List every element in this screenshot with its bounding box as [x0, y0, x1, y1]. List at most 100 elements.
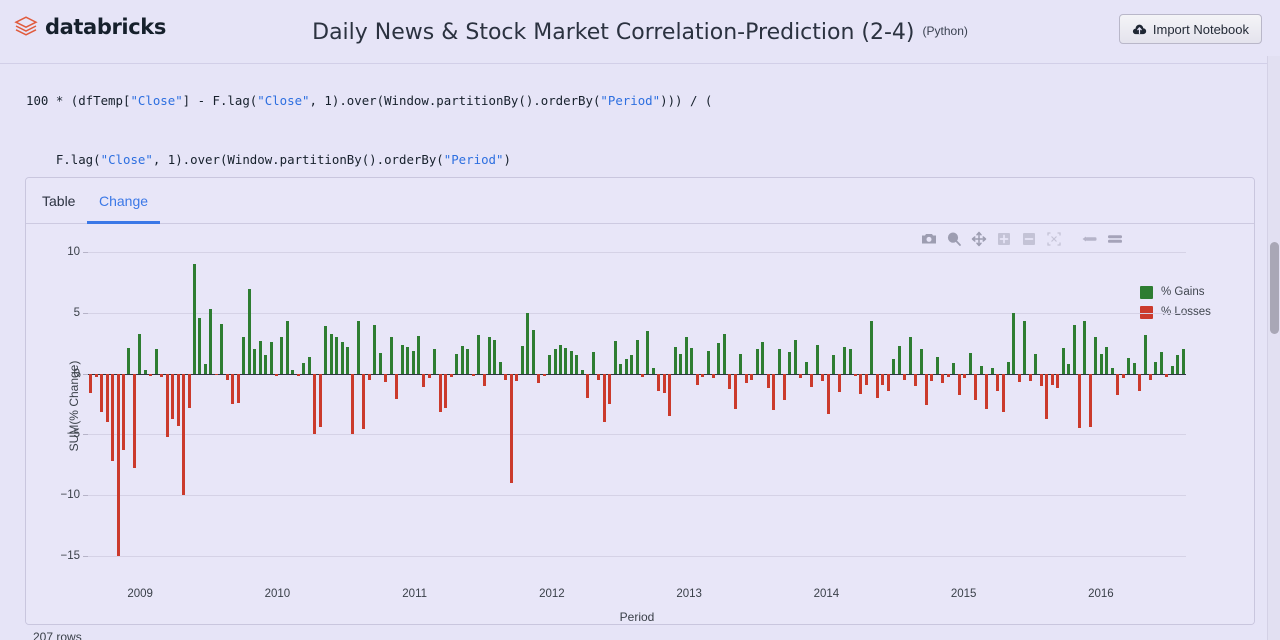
chart-bar[interactable] [892, 359, 895, 374]
chart-bar[interactable] [952, 363, 955, 374]
chart-bar[interactable] [341, 342, 344, 374]
chart-bar[interactable] [936, 357, 939, 374]
chart-bar[interactable] [1122, 374, 1125, 379]
chart-bar[interactable] [570, 351, 573, 374]
chart-bar[interactable] [903, 374, 906, 380]
chart-bar[interactable] [280, 337, 283, 373]
chart-bar[interactable] [575, 355, 578, 373]
chart-bar[interactable] [237, 374, 240, 403]
chart-bar[interactable] [395, 374, 398, 400]
chart-bar[interactable] [122, 374, 125, 451]
page-scrollbar[interactable] [1267, 56, 1280, 640]
chart-bar[interactable] [920, 349, 923, 373]
chart-bar[interactable] [761, 342, 764, 374]
chart-bar[interactable] [204, 364, 207, 374]
chart-bar[interactable] [499, 362, 502, 374]
chart-bar[interactable] [193, 264, 196, 373]
bar-chart[interactable]: % Gains % Losses SUM(% Change) Period 10… [26, 224, 1254, 624]
chart-bar[interactable] [734, 374, 737, 409]
chart-bar[interactable] [346, 347, 349, 374]
tab-table[interactable]: Table [42, 178, 75, 224]
chart-bar[interactable] [215, 374, 218, 375]
chart-bar[interactable] [1138, 374, 1141, 391]
chart-bar[interactable] [1083, 321, 1086, 373]
chart-bar[interactable] [881, 374, 884, 385]
chart-bar[interactable] [166, 374, 169, 437]
chart-bar[interactable] [106, 374, 109, 423]
chart-bar[interactable] [947, 374, 950, 378]
chart-bar[interactable] [1149, 374, 1152, 380]
chart-bar[interactable] [559, 345, 562, 374]
chart-bar[interactable] [652, 368, 655, 374]
chart-bar[interactable] [810, 374, 813, 387]
chart-bar[interactable] [532, 330, 535, 374]
chart-bar[interactable] [242, 337, 245, 373]
chart-bar[interactable] [974, 374, 977, 401]
chart-bar[interactable] [783, 374, 786, 401]
chart-bar[interactable] [909, 337, 912, 373]
chart-bar[interactable] [1002, 374, 1005, 413]
chart-bar[interactable] [636, 340, 639, 374]
chart-bar[interactable] [690, 348, 693, 374]
chart-bar[interactable] [996, 374, 999, 391]
chart-bar[interactable] [373, 325, 376, 374]
chart-bar[interactable] [756, 349, 759, 373]
chart-bar[interactable] [745, 374, 748, 384]
chart-bar[interactable] [1056, 374, 1059, 389]
chart-bar[interactable] [1067, 364, 1070, 374]
chart-bar[interactable] [941, 374, 944, 384]
chart-bar[interactable] [548, 355, 551, 373]
chart-bar[interactable] [477, 335, 480, 374]
chart-bar[interactable] [198, 318, 201, 374]
page-scrollbar-thumb[interactable] [1270, 242, 1279, 334]
chart-bar[interactable] [564, 348, 567, 374]
chart-bar[interactable] [264, 355, 267, 373]
chart-bar[interactable] [291, 370, 294, 374]
chart-bar[interactable] [614, 341, 617, 374]
chart-bar[interactable] [368, 374, 371, 380]
chart-bar[interactable] [723, 334, 726, 374]
chart-bar[interactable] [1182, 349, 1185, 373]
chart-bar[interactable] [1105, 347, 1108, 374]
chart-bar[interactable] [111, 374, 114, 461]
chart-bar[interactable] [619, 364, 622, 374]
chart-bar[interactable] [390, 337, 393, 373]
chart-bar[interactable] [865, 374, 868, 385]
chart-bar[interactable] [155, 349, 158, 373]
chart-bar[interactable] [838, 374, 841, 392]
chart-bar[interactable] [422, 374, 425, 387]
chart-bar[interactable] [679, 354, 682, 373]
chart-bar[interactable] [466, 349, 469, 373]
chart-bar[interactable] [417, 336, 420, 374]
chart-bar[interactable] [1062, 348, 1065, 374]
chart-bar[interactable] [646, 331, 649, 374]
chart-bar[interactable] [515, 374, 518, 381]
chart-bar[interactable] [428, 374, 431, 379]
chart-bar[interactable] [674, 347, 677, 374]
chart-bar[interactable] [1100, 354, 1103, 373]
chart-bar[interactable] [95, 374, 98, 378]
chart-bar[interactable] [859, 374, 862, 395]
chart-bar[interactable] [521, 346, 524, 374]
chart-bar[interactable] [177, 374, 180, 426]
chart-bar[interactable] [270, 342, 273, 374]
chart-bar[interactable] [133, 374, 136, 469]
chart-bar[interactable] [767, 374, 770, 389]
chart-bar[interactable] [663, 374, 666, 393]
chart-bar[interactable] [980, 366, 983, 373]
chart-bar[interactable] [668, 374, 671, 417]
chart-bar[interactable] [1165, 374, 1168, 378]
chart-bar[interactable] [630, 355, 633, 373]
chart-bar[interactable] [832, 355, 835, 373]
chart-bar[interactable] [319, 374, 322, 427]
chart-bar[interactable] [805, 362, 808, 374]
chart-bar[interactable] [231, 374, 234, 404]
chart-bar[interactable] [1111, 368, 1114, 374]
chart-bar[interactable] [127, 348, 130, 374]
chart-bar[interactable] [712, 374, 715, 379]
chart-bar[interactable] [439, 374, 442, 413]
chart-bar[interactable] [816, 345, 819, 374]
chart-bar[interactable] [160, 374, 163, 378]
chart-bar[interactable] [849, 349, 852, 373]
chart-bar[interactable] [592, 352, 595, 374]
